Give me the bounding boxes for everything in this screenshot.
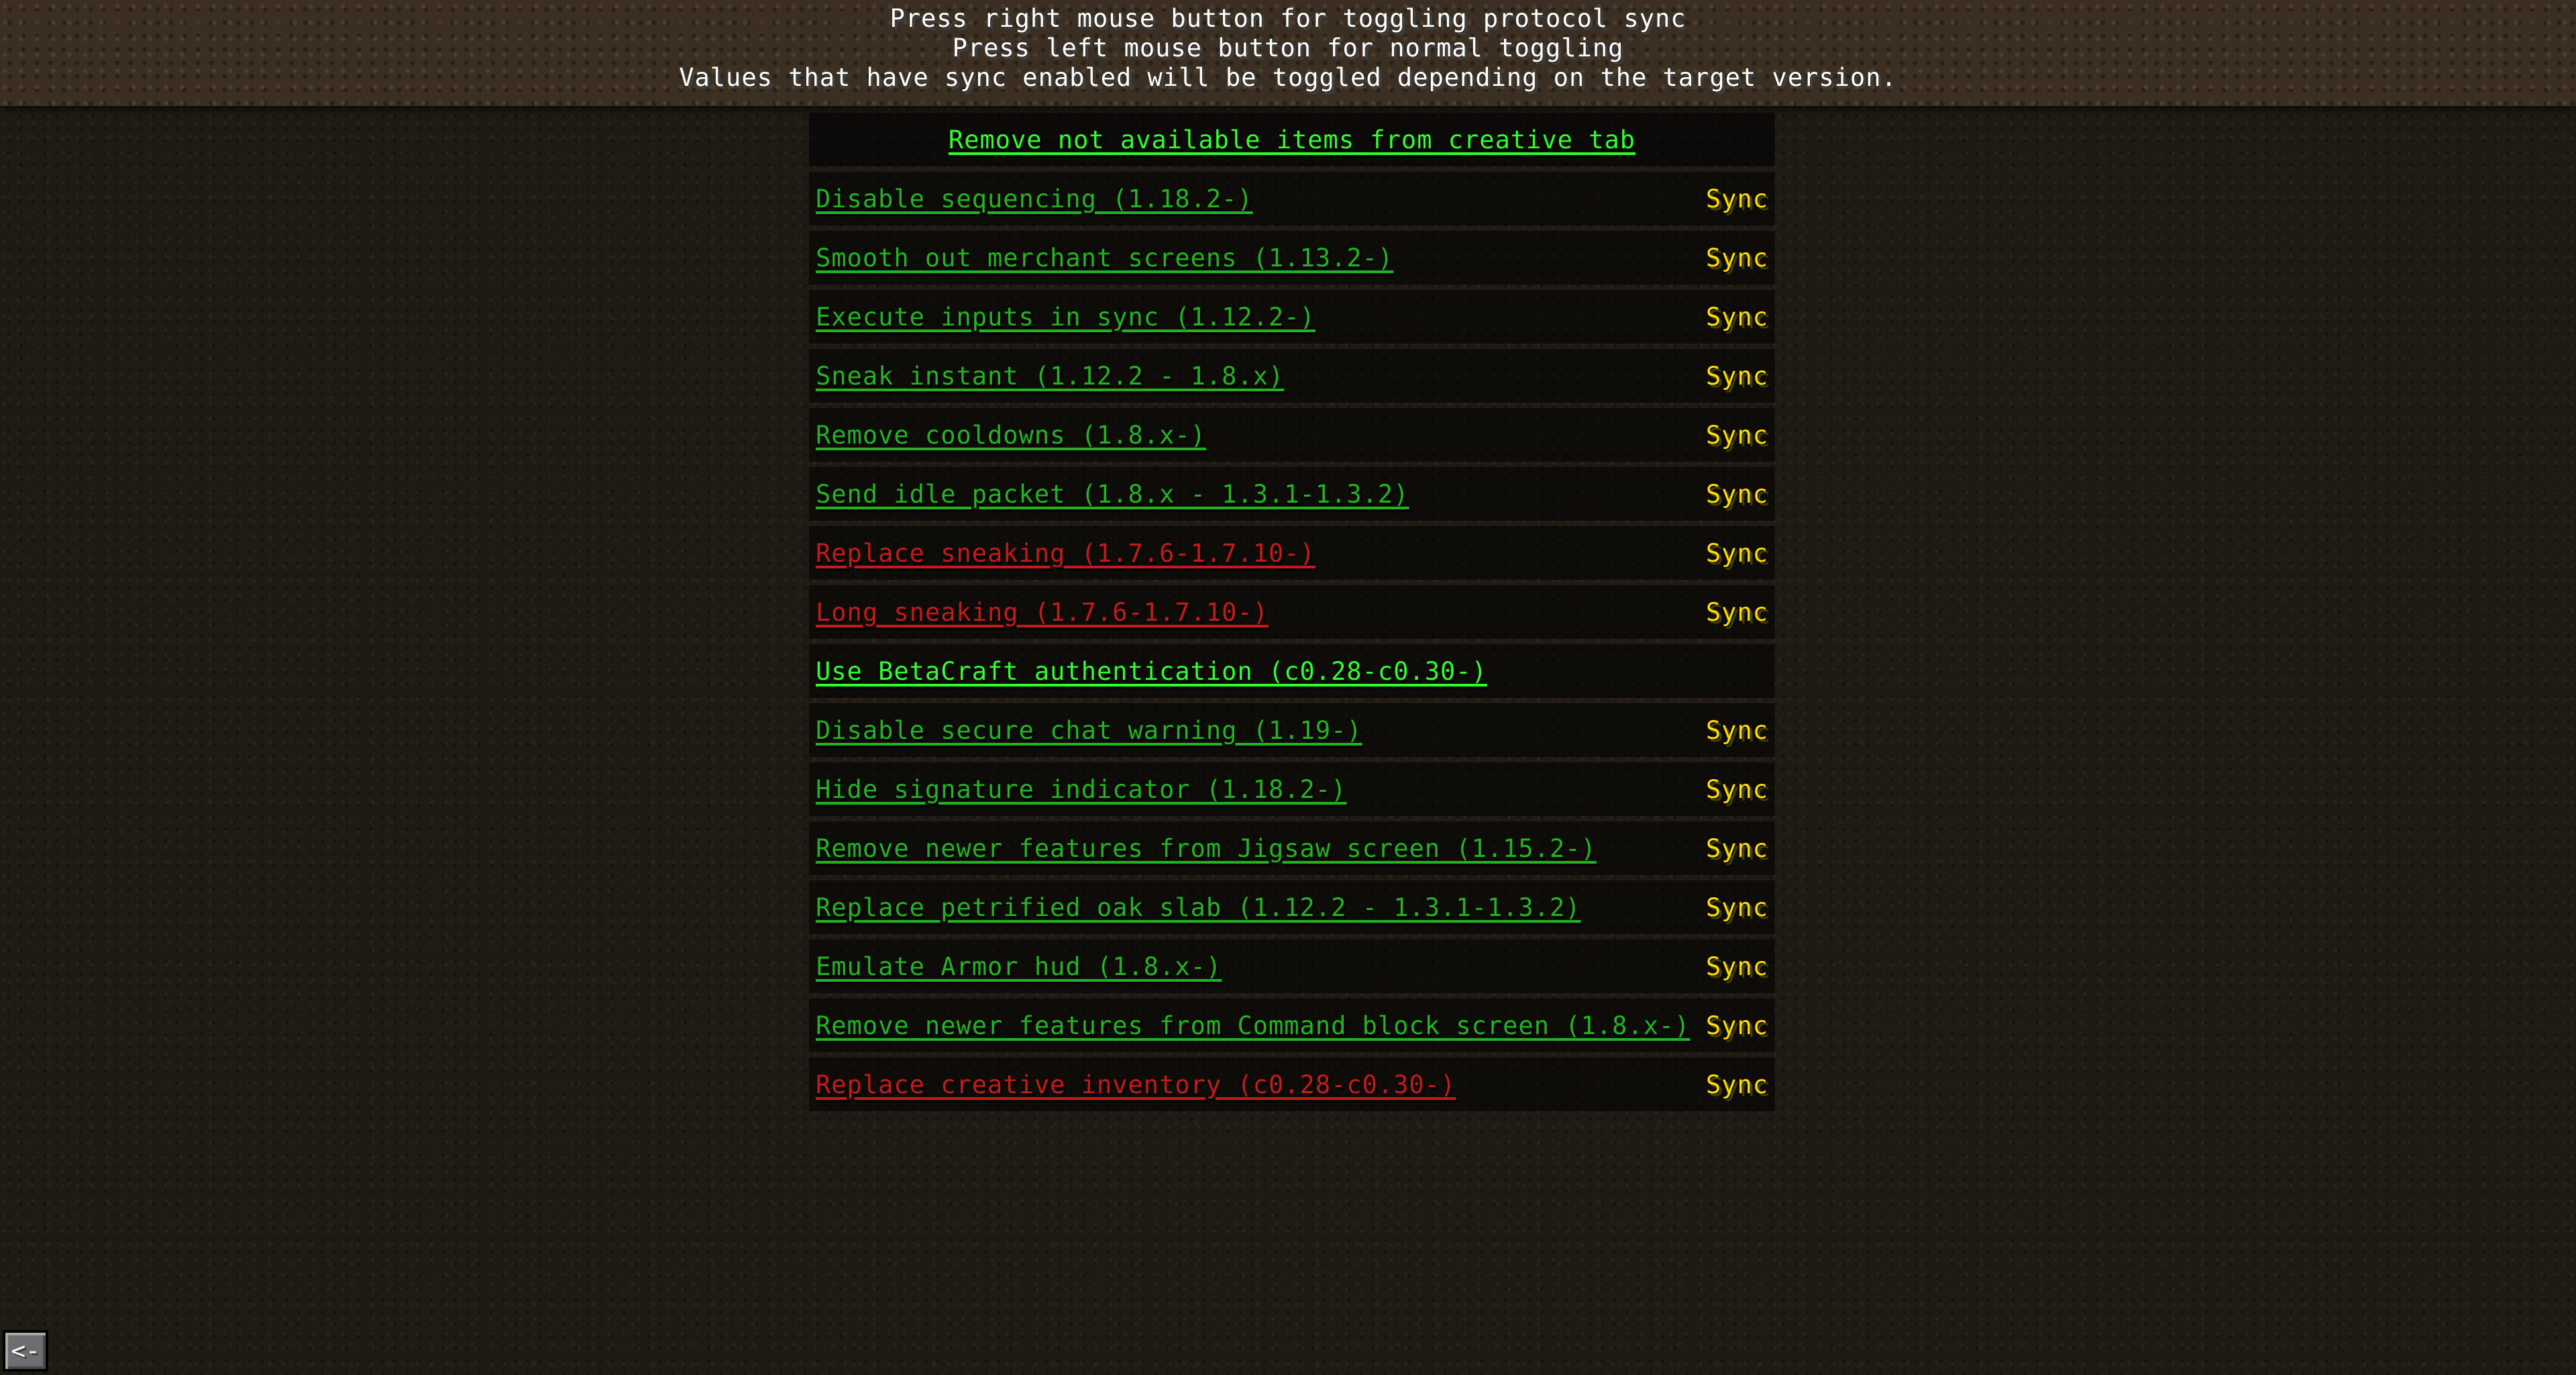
setting-row[interactable]: Replace petrified oak slab (1.12.2 - 1.3…	[809, 880, 1775, 934]
sync-toggle[interactable]: Sync	[1706, 480, 1768, 509]
sync-toggle[interactable]: Sync	[1706, 952, 1768, 981]
setting-toggle-label[interactable]: Disable sequencing (1.18.2-)	[816, 185, 1253, 213]
setting-toggle-label[interactable]: Remove cooldowns (1.8.x-)	[816, 421, 1206, 450]
setting-toggle-label[interactable]: Remove newer features from Jigsaw screen…	[816, 834, 1597, 863]
sync-toggle[interactable]: Sync	[1706, 421, 1768, 450]
sync-toggle[interactable]: Sync	[1706, 716, 1768, 745]
help-line-left-click: Press left mouse button for normal toggl…	[952, 34, 1624, 62]
setting-toggle-label[interactable]: Replace sneaking (1.7.6-1.7.10-)	[816, 539, 1316, 568]
setting-row[interactable]: Remove newer features from Jigsaw screen…	[809, 821, 1775, 875]
sync-toggle[interactable]: Sync	[1706, 775, 1768, 804]
setting-toggle-label[interactable]: Send idle packet (1.8.x - 1.3.1-1.3.2)	[816, 480, 1409, 509]
setting-row[interactable]: Disable secure chat warning (1.19-) Sync	[809, 703, 1775, 757]
setting-row[interactable]: Smooth out merchant screens (1.13.2-) Syn…	[809, 231, 1775, 285]
setting-row[interactable]: Disable sequencing (1.18.2-) Sync	[809, 172, 1775, 225]
sync-toggle[interactable]: Sync	[1706, 244, 1768, 272]
setting-toggle-label[interactable]: Replace petrified oak slab (1.12.2 - 1.3…	[816, 893, 1581, 922]
setting-row[interactable]: Replace sneaking (1.7.6-1.7.10-) Sync	[809, 526, 1775, 580]
setting-row[interactable]: Long sneaking (1.7.6-1.7.10-) Sync	[809, 585, 1775, 639]
setting-toggle-label[interactable]: Hide signature indicator (1.18.2-)	[816, 775, 1346, 804]
back-arrow-icon: <-	[11, 1337, 40, 1365]
sync-toggle[interactable]: Sync	[1706, 1070, 1768, 1099]
help-line-sync-info: Values that have sync enabled will be to…	[679, 63, 1897, 92]
setting-toggle-label[interactable]: Disable secure chat warning (1.19-)	[816, 716, 1362, 745]
setting-row[interactable]: Sneak instant (1.12.2 - 1.8.x) Sync	[809, 349, 1775, 403]
setting-row[interactable]: Remove not available items from creative…	[809, 113, 1775, 166]
setting-toggle-label[interactable]: Remove newer features from Command block…	[816, 1011, 1690, 1040]
help-line-right-click: Press right mouse button for toggling pr…	[890, 4, 1686, 33]
sync-toggle[interactable]: Sync	[1706, 834, 1768, 863]
setting-toggle-label[interactable]: Replace creative inventory (c0.28-c0.30-…	[816, 1070, 1456, 1099]
sync-toggle[interactable]: Sync	[1706, 303, 1768, 332]
settings-list: Remove not available items from creative…	[809, 113, 1775, 1117]
setting-toggle-label[interactable]: Smooth out merchant screens (1.13.2-)	[816, 244, 1393, 272]
setting-toggle-label[interactable]: Remove not available items from creative…	[949, 125, 1635, 154]
sync-toggle[interactable]: Sync	[1706, 362, 1768, 391]
setting-row[interactable]: Hide signature indicator (1.18.2-) Sync	[809, 762, 1775, 816]
setting-toggle-label[interactable]: Long sneaking (1.7.6-1.7.10-)	[816, 598, 1269, 627]
setting-row[interactable]: Send idle packet (1.8.x - 1.3.1-1.3.2) Sy…	[809, 467, 1775, 521]
help-banner: Press right mouse button for toggling pr…	[0, 0, 2576, 106]
setting-row[interactable]: Remove newer features from Command block…	[809, 999, 1775, 1052]
setting-toggle-label[interactable]: Emulate Armor hud (1.8.x-)	[816, 952, 1222, 981]
setting-toggle-label[interactable]: Execute inputs in sync (1.12.2-)	[816, 303, 1316, 332]
setting-toggle-label[interactable]: Use BetaCraft authentication (c0.28-c0.3…	[816, 657, 1487, 686]
setting-row[interactable]: Remove cooldowns (1.8.x-) Sync	[809, 408, 1775, 462]
sync-toggle[interactable]: Sync	[1706, 1011, 1768, 1040]
setting-row[interactable]: Use BetaCraft authentication (c0.28-c0.3…	[809, 644, 1775, 698]
setting-row[interactable]: Replace creative inventory (c0.28-c0.30-…	[809, 1058, 1775, 1111]
back-button[interactable]: <-	[3, 1330, 48, 1372]
sync-toggle[interactable]: Sync	[1706, 598, 1768, 627]
setting-row[interactable]: Emulate Armor hud (1.8.x-) Sync	[809, 939, 1775, 993]
sync-toggle[interactable]: Sync	[1706, 185, 1768, 213]
sync-toggle[interactable]: Sync	[1706, 539, 1768, 568]
setting-toggle-label[interactable]: Sneak instant (1.12.2 - 1.8.x)	[816, 362, 1284, 391]
setting-row[interactable]: Execute inputs in sync (1.12.2-) Sync	[809, 290, 1775, 344]
sync-toggle[interactable]: Sync	[1706, 893, 1768, 922]
